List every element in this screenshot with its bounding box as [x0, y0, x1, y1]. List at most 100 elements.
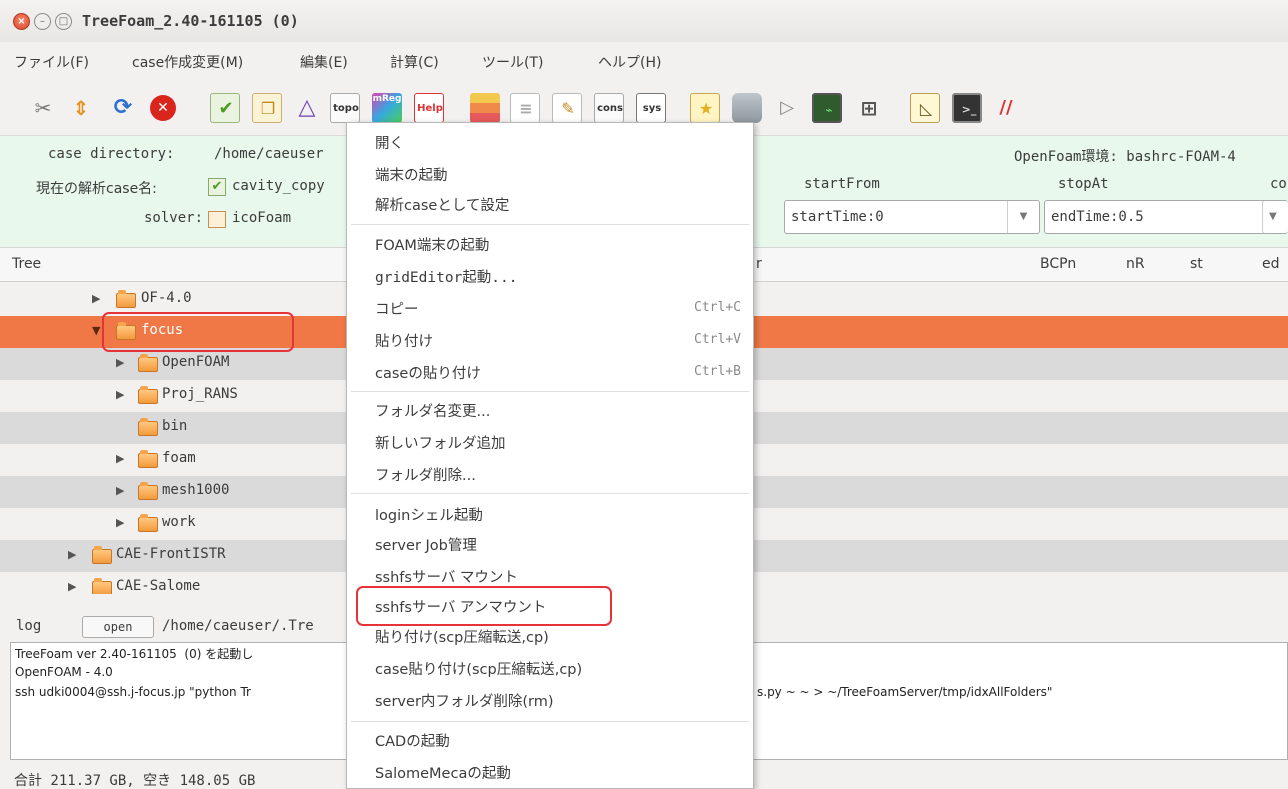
- menu-item-label: 新しいフォルダ追加: [375, 436, 506, 452]
- menu-item-rename-folder[interactable]: フォルダ名変更...: [347, 395, 753, 426]
- menu-item-login-shell[interactable]: loginシェル起動: [347, 499, 753, 530]
- nr-column-header[interactable]: nR: [1126, 256, 1145, 272]
- menu-item-label: case貼り付け(scp圧縮転送,cp): [375, 662, 583, 678]
- menu-separator: [351, 391, 749, 392]
- database-icon[interactable]: [732, 93, 762, 123]
- tree-column-header[interactable]: Tree: [12, 256, 41, 272]
- folder-icon: [92, 546, 112, 564]
- layout-icon[interactable]: ⊞: [854, 93, 884, 123]
- expander-icon[interactable]: ▶: [68, 580, 76, 593]
- menu-item-salomemeca[interactable]: SalomeMecaの起動: [347, 757, 753, 788]
- menu-item-server-job[interactable]: server Job管理: [347, 529, 753, 560]
- log-line: ssh udki0004@ssh.j-focus.jp "python Tr: [15, 685, 251, 699]
- bars-icon[interactable]: //: [994, 93, 1018, 123]
- column-header[interactable]: r: [756, 256, 762, 272]
- start-from-value: startTime:0: [791, 209, 884, 225]
- folder-icon: [138, 450, 158, 468]
- context-menu: 開く 端末の起動 解析caseとして設定 FOAM端末の起動 gridEdito…: [346, 122, 754, 789]
- blank-doc-icon[interactable]: ≡: [510, 93, 540, 123]
- menu-item-server-delete[interactable]: server内フォルダ削除(rm): [347, 685, 753, 716]
- mesh-triangle-icon[interactable]: △: [292, 93, 322, 123]
- topo-icon[interactable]: topo: [330, 93, 360, 123]
- mreg-icon[interactable]: mReg: [372, 93, 402, 123]
- sys-icon[interactable]: sys: [636, 93, 666, 123]
- close-window-button[interactable]: ×: [13, 13, 30, 30]
- expander-icon[interactable]: ▶: [68, 548, 76, 561]
- st-column-header[interactable]: st: [1190, 256, 1203, 272]
- chevron-down-icon: ▼: [1007, 201, 1039, 233]
- expander-icon[interactable]: ▶: [116, 356, 124, 369]
- tree-row-label: OF-4.0: [141, 290, 192, 306]
- start-from-select[interactable]: startTime:0 ▼: [784, 200, 1040, 234]
- tree-row-label: OpenFOAM: [162, 354, 230, 370]
- copy-doc-icon[interactable]: ❐: [252, 93, 282, 123]
- menu-item-paste[interactable]: 貼り付け Ctrl+V: [347, 325, 753, 356]
- menu-item-label: 端末の起動: [375, 168, 448, 184]
- menu-item-label: server内フォルダ削除(rm): [375, 694, 554, 710]
- menu-item-label: 貼り付け(scp圧縮転送,cp): [375, 630, 549, 646]
- open-button[interactable]: open: [82, 616, 154, 638]
- menu-item-delete-folder[interactable]: フォルダ削除...: [347, 459, 753, 490]
- play-icon[interactable]: ▷: [772, 93, 802, 123]
- expander-icon[interactable]: ▶: [116, 516, 124, 529]
- expander-icon[interactable]: ▶: [116, 388, 124, 401]
- menu-item-grid-editor[interactable]: gridEditor起動...: [347, 261, 753, 292]
- menu-bar: ファイル(F) case作成変更(M) 編集(E) 計算(C) ツール(T) ヘ…: [0, 42, 1288, 80]
- ruler-icon[interactable]: ◺: [910, 93, 940, 123]
- case-directory-label: case directory:: [48, 146, 175, 162]
- menu-item-new-folder[interactable]: 新しいフォルダ追加: [347, 427, 753, 458]
- grid-table-icon[interactable]: [470, 93, 500, 123]
- terminal-icon[interactable]: >_: [952, 93, 982, 123]
- menu-item-terminal[interactable]: 端末の起動: [347, 159, 753, 190]
- menu-help[interactable]: ヘルプ(H): [598, 52, 661, 72]
- menu-item-cad[interactable]: CADの起動: [347, 725, 753, 756]
- ed-column-header[interactable]: ed: [1262, 256, 1280, 272]
- menu-item-copy[interactable]: コピー Ctrl+C: [347, 293, 753, 324]
- tree-row-label: foam: [162, 450, 196, 466]
- tree-row-label: CAE-Salome: [116, 578, 201, 594]
- menu-item-paste-case-scp[interactable]: case貼り付け(scp圧縮転送,cp): [347, 653, 753, 684]
- title-bar: × – □ TreeFoam_2.40-161105 (0): [0, 0, 1288, 42]
- scissors-tool-icon[interactable]: ✂: [28, 93, 58, 123]
- menu-item-set-case[interactable]: 解析caseとして設定: [347, 189, 753, 220]
- maximize-window-button[interactable]: □: [55, 13, 72, 30]
- tree-row-label: bin: [162, 418, 188, 434]
- tree-row-label: work: [162, 514, 196, 530]
- menu-item-paste-case[interactable]: caseの貼り付け Ctrl+B: [347, 357, 753, 388]
- menu-item-open[interactable]: 開く: [347, 127, 753, 158]
- minimize-window-button[interactable]: –: [34, 13, 51, 30]
- menu-item-foam-terminal[interactable]: FOAM端末の起動: [347, 229, 753, 260]
- menu-calc[interactable]: 計算(C): [390, 52, 439, 72]
- folder-icon: [138, 354, 158, 372]
- menu-tools[interactable]: ツール(T): [482, 52, 543, 72]
- expander-icon[interactable]: ▶: [116, 484, 124, 497]
- menu-edit[interactable]: 編集(E): [300, 52, 348, 72]
- menu-case[interactable]: case作成変更(M): [132, 52, 243, 72]
- up-down-arrows-icon[interactable]: ⇕: [66, 93, 96, 123]
- refresh-icon[interactable]: ⟳: [108, 93, 138, 123]
- bcpn-column-header[interactable]: BCPn: [1040, 256, 1076, 272]
- monitor-icon[interactable]: ⌁: [812, 93, 842, 123]
- edit-doc-icon[interactable]: ✎: [552, 93, 582, 123]
- check-doc-icon: ✔: [208, 178, 226, 196]
- stop-icon[interactable]: ✕: [150, 95, 176, 121]
- help-icon[interactable]: Help: [414, 93, 444, 123]
- expander-icon[interactable]: ▼: [92, 324, 100, 337]
- case-name-label: 現在の解析case名:: [36, 181, 157, 197]
- check-doc-icon[interactable]: ✔: [210, 93, 240, 123]
- cons-icon[interactable]: cons: [594, 93, 624, 123]
- folder-icon: [138, 418, 158, 436]
- folder-icon: [138, 514, 158, 532]
- star-folder-icon[interactable]: ★: [690, 93, 720, 123]
- menu-item-label: 貼り付け: [375, 334, 433, 350]
- menu-file[interactable]: ファイル(F): [14, 52, 89, 72]
- stop-at-value: endTime:0.5: [1051, 209, 1144, 225]
- stop-at-select[interactable]: endTime:0.5: [1044, 200, 1274, 234]
- start-from-label: startFrom: [804, 176, 880, 192]
- expander-icon[interactable]: ▶: [116, 452, 124, 465]
- menu-item-label: FOAM端末の起動: [375, 238, 490, 254]
- disk-status: 合計 211.37 GB, 空き 148.05 GB: [14, 773, 256, 789]
- extra-select[interactable]: ▼: [1262, 200, 1288, 234]
- solver-value: icoFoam: [232, 210, 292, 226]
- expander-icon[interactable]: ▶: [92, 292, 100, 305]
